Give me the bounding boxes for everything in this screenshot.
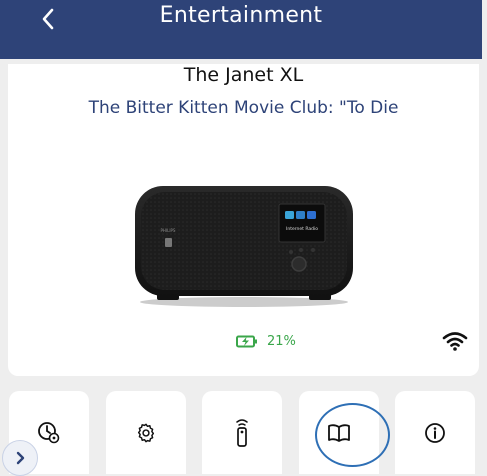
settings-button[interactable]	[106, 391, 186, 474]
speaker-image: PHILIPS Internet Radio	[135, 186, 353, 307]
chevron-right-icon	[16, 451, 25, 465]
expand-button[interactable]	[2, 440, 38, 476]
battery-status: 21%	[236, 334, 296, 349]
device-card: The Janet XL The Bitter Kitten Movie Clu…	[8, 64, 479, 376]
clock-settings-icon	[38, 421, 60, 443]
app-header: Entertainment	[0, 0, 482, 59]
battery-percent: 21%	[267, 334, 296, 349]
device-screen-label: Internet Radio	[286, 226, 318, 232]
remote-control-icon	[236, 418, 248, 447]
page-title: Entertainment	[159, 3, 323, 28]
wifi-icon[interactable]	[442, 330, 468, 352]
brand-logo: PHILIPS	[161, 228, 176, 233]
gear-icon	[137, 423, 155, 442]
info-icon	[425, 422, 445, 443]
manual-button[interactable]	[299, 391, 390, 474]
now-playing-title: The Bitter Kitten Movie Club: "To Die	[88, 98, 399, 118]
info-button[interactable]	[395, 391, 475, 474]
device-name: The Janet XL	[183, 64, 304, 86]
selected-ring	[315, 403, 390, 467]
remote-button[interactable]	[202, 391, 282, 474]
battery-charging-icon	[236, 335, 257, 348]
